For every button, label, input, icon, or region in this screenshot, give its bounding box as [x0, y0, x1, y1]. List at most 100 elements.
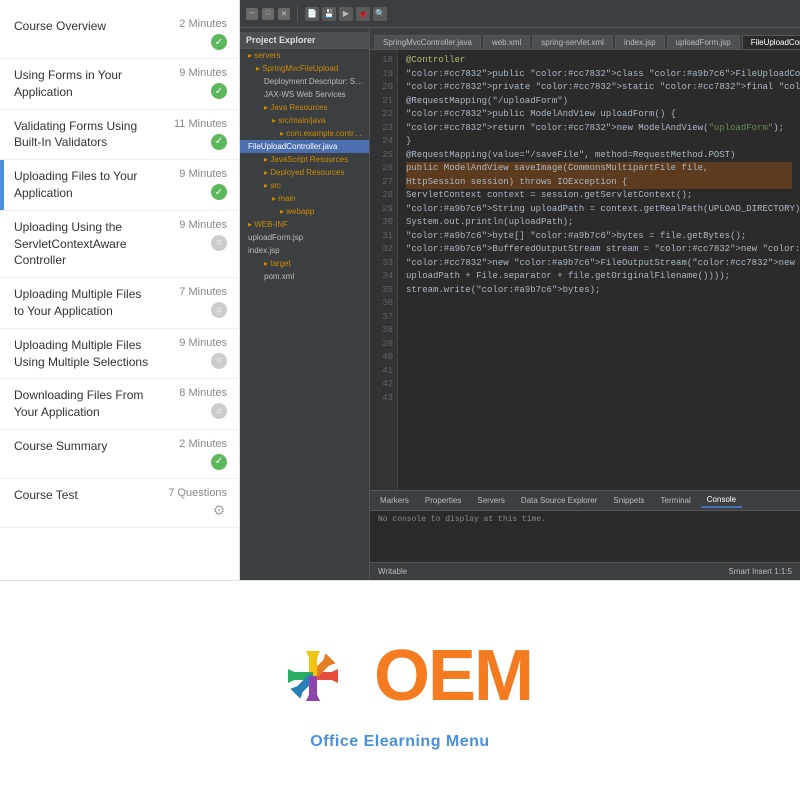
sidebar-item-title-validating-forms: Validating Forms Using Built-In Validato… [14, 118, 151, 152]
ide-bottom-tab-Servers[interactable]: Servers [471, 494, 511, 507]
sidebar-item-duration-course-test: 7 Questions [168, 487, 227, 499]
ide-run-icon[interactable]: ▶ [339, 7, 353, 21]
explorer-item[interactable]: ▸ src/main/java [240, 114, 369, 127]
ide-save-icon[interactable]: 💾 [322, 7, 336, 21]
ide-bottom-tab-Data-Source-Explorer[interactable]: Data Source Explorer [515, 494, 603, 507]
ide-close-btn[interactable]: ✕ [278, 8, 290, 20]
code-line-25: "color:#cc7832">return "color:#cc7832">n… [406, 122, 792, 136]
code-line-24: "color:#cc7832">public ModelAndView uplo… [406, 108, 792, 122]
ide-search-icon[interactable]: 🔍 [373, 7, 387, 21]
sidebar-item-course-overview[interactable]: Course Overview2 Minutes✓ [0, 10, 239, 59]
code-line-29: public ModelAndView saveImage(CommonsMul… [406, 162, 792, 176]
ide-tab-SpringMvcController.java[interactable]: SpringMvcController.java [374, 35, 481, 49]
sidebar-item-duration-uploading-servletcontext: 9 Minutes [179, 219, 227, 231]
explorer-item[interactable]: ▸ SpringMvcFileUpload [240, 62, 369, 75]
ide-window: ─ □ ✕ 📄 💾 ▶ 🐞 🔍 Proje [240, 0, 800, 580]
line-numbers: 1819202122232425262728293031323334353637… [370, 50, 398, 490]
code-line-19: "color:#cc7832">public "color:#cc7832">c… [406, 68, 792, 82]
sidebar-item-status-downloading-files: ○ [211, 403, 227, 419]
ide-maximize-btn[interactable]: □ [262, 8, 274, 20]
explorer-item[interactable]: FileUploadController.java [240, 140, 369, 153]
ide-tab-spring-servlet.xml[interactable]: spring-servlet.xml [532, 35, 613, 49]
ide-bottom-tab-Properties[interactable]: Properties [419, 494, 467, 507]
statusbar-right: Smart Insert 1:1:5 [728, 567, 792, 576]
oem-text-block: OEM [374, 640, 532, 712]
explorer-item[interactable]: pom.xml [240, 270, 369, 283]
ide-minimize-btn[interactable]: ─ [246, 8, 258, 20]
code-line-35: System.out.println(uploadPath); [406, 216, 792, 230]
sidebar-item-title-uploading-files: Uploading Files to Your Application [14, 168, 151, 202]
sidebar-item-duration-course-summary: 2 Minutes [179, 438, 227, 450]
ide-main: Project Explorer ▸ servers▸ SpringMvcFil… [240, 28, 800, 580]
sidebar-item-downloading-files[interactable]: Downloading Files From Your Application8… [0, 379, 239, 430]
explorer-item[interactable]: uploadForm.jsp [240, 231, 369, 244]
explorer-item[interactable]: ▸ WEB-INF [240, 218, 369, 231]
ide-toolbar-separator [297, 6, 298, 22]
code-line-39: "color:#a9b7c6">BufferedOutputStream str… [406, 243, 792, 257]
explorer-item[interactable]: ▸ Java Resources [240, 101, 369, 114]
explorer-item[interactable]: ▸ main [240, 192, 369, 205]
ide-tab-uploadForm.jsp[interactable]: uploadForm.jsp [667, 35, 740, 49]
sidebar-item-uploading-multiple[interactable]: Uploading Multiple Files to Your Applica… [0, 278, 239, 329]
code-line-23: @RequestMapping("/uploadForm") [406, 95, 792, 109]
sidebar-item-status-uploading-multiple-select: ○ [211, 353, 227, 369]
sidebar-item-title-using-forms: Using Forms in Your Application [14, 67, 151, 101]
explorer-item[interactable]: Deployment Descriptor: Spring... [240, 75, 369, 88]
explorer-item[interactable]: ▸ com.example.controller [240, 127, 369, 140]
sidebar-item-uploading-files[interactable]: Uploading Files to Your Application9 Min… [0, 160, 239, 211]
ide-bottom-tab-Console[interactable]: Console [701, 493, 742, 508]
code-line-21: "color:#cc7832">private "color:#cc7832">… [406, 81, 792, 95]
sidebar-item-uploading-servletcontext[interactable]: Uploading Using the ServletContextAware … [0, 211, 239, 278]
ide-bottom-tab-Markers[interactable]: Markers [374, 494, 415, 507]
code-line-34: "color:#a9b7c6">String uploadPath = cont… [406, 203, 792, 217]
sidebar-item-status-uploading-files: ✓ [211, 184, 227, 200]
code-line-26: } [406, 135, 792, 149]
ide-debug-icon[interactable]: 🐞 [356, 7, 370, 21]
explorer-item[interactable]: index.jsp [240, 244, 369, 257]
code-line-40: "color:#cc7832">new "color:#a9b7c6">File… [406, 257, 792, 271]
sidebar-item-course-summary[interactable]: Course Summary2 Minutes✓ [0, 430, 239, 479]
code-line-37: "color:#a9b7c6">byte[] "color:#a9b7c6">b… [406, 230, 792, 244]
explorer-item[interactable]: ▸ target [240, 257, 369, 270]
sidebar-item-validating-forms[interactable]: Validating Forms Using Built-In Validato… [0, 110, 239, 161]
sidebar-item-using-forms[interactable]: Using Forms in Your Application 9 Minutes… [0, 59, 239, 110]
code-lines[interactable]: @Controller"color:#cc7832">public "color… [398, 50, 800, 490]
sidebar-item-status-uploading-servletcontext: ○ [211, 235, 227, 251]
ide-tab-FileUploadController.jav[interactable]: FileUploadController.jav [742, 35, 800, 49]
sidebar-item-title-course-overview: Course Overview [14, 18, 151, 35]
ide-console: No console to display at this time. [370, 511, 800, 562]
explorer-item[interactable]: ▸ webapp [240, 205, 369, 218]
sidebar-item-status-uploading-multiple: ○ [211, 302, 227, 318]
sidebar-item-title-downloading-files: Downloading Files From Your Application [14, 387, 151, 421]
explorer-item[interactable]: ▸ servers [240, 49, 369, 62]
code-line-18: @Controller [406, 54, 792, 68]
console-text: No console to display at this time. [378, 515, 546, 524]
ide-statusbar: Writable Smart Insert 1:1:5 [370, 562, 800, 580]
ide-bottom-tab-Terminal[interactable]: Terminal [655, 494, 697, 507]
oem-tagline: Office Elearning Menu [310, 733, 489, 751]
ide-bottom-panel: Markers Properties Servers Data Source Expl… [370, 490, 800, 580]
explorer-item[interactable]: ▸ Deployed Resources [240, 166, 369, 179]
ide-tab-web.xml[interactable]: web.xml [483, 35, 530, 49]
oem-arrows-icon [268, 631, 358, 721]
explorer-item[interactable]: ▸ JavaScript Resources [240, 153, 369, 166]
sidebar-item-uploading-multiple-select[interactable]: Uploading Multiple Files Using Multiple … [0, 329, 239, 380]
code-line-41: uploadPath + File.separator + file.getOr… [406, 270, 792, 284]
code-line-32: ServletContext context = session.getServ… [406, 189, 792, 203]
ide-bottom-tab-Snippets[interactable]: Snippets [607, 494, 650, 507]
oem-logo-container: OEM Office Elearning Menu [268, 631, 532, 751]
sidebar-item-status-validating-forms: ✓ [211, 134, 227, 150]
ide-tab-index.jsp[interactable]: index.jsp [615, 35, 665, 49]
oem-letters: OEM [374, 640, 532, 712]
explorer-item[interactable]: JAX-WS Web Services [240, 88, 369, 101]
ide-toolbar: ─ □ ✕ 📄 💾 ▶ 🐞 🔍 [240, 0, 800, 28]
sidebar-item-title-uploading-multiple-select: Uploading Multiple Files Using Multiple … [14, 337, 151, 371]
sidebar-item-title-uploading-servletcontext: Uploading Using the ServletContextAware … [14, 219, 151, 269]
sidebar-item-title-course-summary: Course Summary [14, 438, 151, 455]
top-section: Course Overview2 Minutes✓Using Forms in … [0, 0, 800, 580]
sidebar-item-duration-using-forms: 9 Minutes [179, 67, 227, 79]
sidebar-item-duration-uploading-multiple-select: 9 Minutes [179, 337, 227, 349]
sidebar-item-course-test[interactable]: Course Test7 Questions⚙ [0, 479, 239, 528]
ide-new-icon[interactable]: 📄 [305, 7, 319, 21]
explorer-item[interactable]: ▸ src [240, 179, 369, 192]
